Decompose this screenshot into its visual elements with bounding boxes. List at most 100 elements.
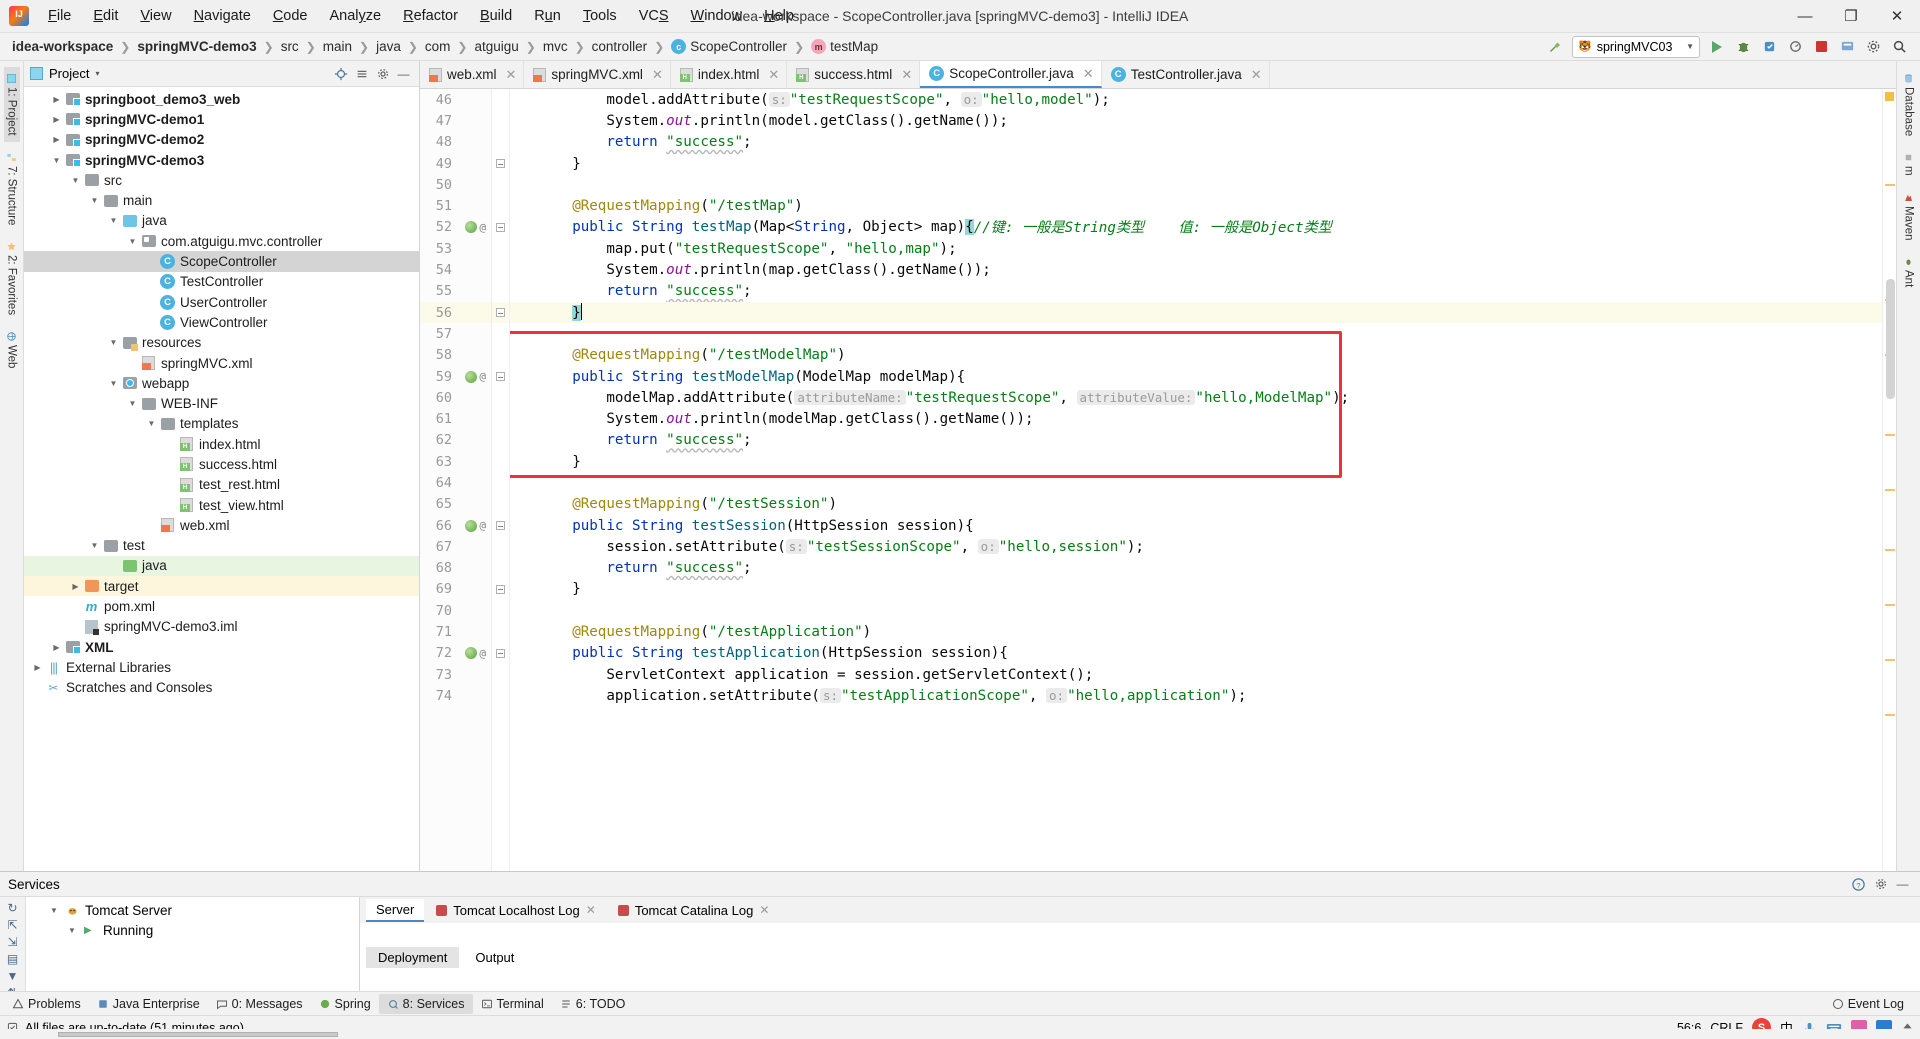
expand-arrow-icon[interactable]: ▼ xyxy=(125,237,140,246)
tree-item-springmvc-demo2[interactable]: ▶ springMVC-demo2 xyxy=(24,130,419,150)
services-subtab-deployment[interactable]: Deployment xyxy=(366,946,460,968)
line-number-54[interactable]: 54 xyxy=(420,259,491,280)
annotation-marker-icon[interactable]: @ xyxy=(479,221,486,234)
line-number-65[interactable]: 65 xyxy=(420,494,491,515)
code-line-48[interactable]: return "success"; xyxy=(510,132,1882,153)
code-line-57[interactable] xyxy=(510,323,1882,344)
expand-arrow-icon[interactable]: ▼ xyxy=(106,216,121,225)
tool-window-button-spring[interactable]: Spring xyxy=(311,994,379,1014)
line-number-62[interactable]: 62 xyxy=(420,430,491,451)
debug-button[interactable] xyxy=(1731,36,1755,58)
line-number-46[interactable]: 46 xyxy=(420,89,491,110)
line-number-58[interactable]: 58 xyxy=(420,345,491,366)
tree-item-src[interactable]: ▼ src xyxy=(24,170,419,190)
stop-button[interactable] xyxy=(1809,36,1833,58)
editor-tab-scopecontroller-java[interactable]: C ScopeController.java ✕ xyxy=(920,61,1102,88)
marker-tick[interactable] xyxy=(1885,659,1895,661)
tree-item-resources[interactable]: ▼ resources xyxy=(24,333,419,353)
fold-marker-icon[interactable] xyxy=(496,159,505,169)
close-tab-icon[interactable]: ✕ xyxy=(901,67,912,83)
code-line-55[interactable]: return "success"; xyxy=(510,281,1882,302)
services-tree-item-tomcat-server[interactable]: ▼ Tomcat Server xyxy=(26,900,359,920)
code-line-51[interactable]: @RequestMapping("/testMap") xyxy=(510,195,1882,216)
gear-icon[interactable] xyxy=(1871,875,1890,894)
coverage-button[interactable] xyxy=(1757,36,1781,58)
tree-item-templates[interactable]: ▼ templates xyxy=(24,414,419,434)
tool-m[interactable]: m xyxy=(1901,146,1917,182)
line-number-66[interactable]: 66 @ xyxy=(420,515,491,536)
breadcrumb-item-scopecontroller[interactable]: c ScopeController xyxy=(669,38,789,55)
tree-item-pom-xml[interactable]: m pom.xml xyxy=(24,596,419,616)
expand-arrow-icon[interactable]: ▼ xyxy=(87,541,102,550)
menu-code[interactable]: Code xyxy=(262,4,319,28)
code-line-61[interactable]: System. out. println(modelMap. getClass(). g… xyxy=(510,408,1882,429)
code-line-65[interactable]: @RequestMapping("/testSession") xyxy=(510,494,1882,515)
line-number-50[interactable]: 50 xyxy=(420,174,491,195)
menu-vcs[interactable]: VCS xyxy=(628,4,680,28)
marker-scrollbar[interactable] xyxy=(1882,89,1896,871)
close-tab-icon[interactable]: ✕ xyxy=(1251,67,1262,83)
expand-arrow-icon[interactable]: ▼ xyxy=(144,419,159,428)
tool-window-button-problems[interactable]: Problems xyxy=(4,994,89,1014)
code-line-69[interactable]: } xyxy=(510,579,1882,600)
expand-arrow-icon[interactable]: ▼ xyxy=(106,379,121,388)
tree-item-web-inf[interactable]: ▼ WEB-INF xyxy=(24,393,419,413)
tree-item-scratches-and-consoles[interactable]: ✂ Scratches and Consoles xyxy=(24,678,419,698)
breadcrumb-item-atguigu[interactable]: atguigu xyxy=(472,38,520,55)
menu-file[interactable]: File xyxy=(37,4,82,28)
menu-navigate[interactable]: Navigate xyxy=(183,4,262,28)
tree-item-springmvc-xml[interactable]: springMVC.xml xyxy=(24,353,419,373)
hide-icon[interactable]: — xyxy=(1893,875,1912,894)
filter-icon[interactable]: ▼ xyxy=(3,969,23,983)
line-number-59[interactable]: 59 @ xyxy=(420,366,491,387)
annotation-marker-icon[interactable]: @ xyxy=(479,647,486,660)
line-number-60[interactable]: 60 xyxy=(420,387,491,408)
spring-bean-icon[interactable] xyxy=(465,519,478,532)
locate-icon[interactable] xyxy=(331,64,350,83)
fold-gutter[interactable] xyxy=(492,89,510,871)
expand-arrow-icon[interactable]: ▼ xyxy=(49,156,64,165)
spring-bean-icon[interactable] xyxy=(465,370,478,383)
tree-item-com-atguigu-mvc-controller[interactable]: ▼ com.atguigu.mvc.controller xyxy=(24,231,419,251)
code-line-54[interactable]: System. out. println(map. getClass(). getNam… xyxy=(510,259,1882,280)
gear-icon[interactable] xyxy=(373,64,392,83)
event-log-button[interactable]: Event Log xyxy=(1824,994,1912,1014)
line-number-53[interactable]: 53 xyxy=(420,238,491,259)
tool-window-button-0-messages[interactable]: 0: Messages xyxy=(208,994,311,1014)
tree-item-test-rest-html[interactable]: test_rest.html xyxy=(24,475,419,495)
menu-window[interactable]: Window xyxy=(680,4,754,28)
fold-region-49[interactable] xyxy=(492,153,509,174)
annotation-marker-icon[interactable]: @ xyxy=(479,519,486,532)
tree-item-usercontroller[interactable]: C UserController xyxy=(24,292,419,312)
breadcrumb-item-controller[interactable]: controller xyxy=(590,38,650,55)
editor-tab-web-xml[interactable]: web.xml ✕ xyxy=(420,61,525,88)
line-number-63[interactable]: 63 xyxy=(420,451,491,472)
tree-item-springmvc-demo3-iml[interactable]: springMVC-demo3.iml xyxy=(24,617,419,637)
hide-icon[interactable]: — xyxy=(394,64,413,83)
fold-region-56[interactable] xyxy=(492,301,509,324)
tree-item-webapp[interactable]: ▼ webapp xyxy=(24,373,419,393)
line-number-70[interactable]: 70 xyxy=(420,600,491,621)
menu-refactor[interactable]: Refactor xyxy=(392,4,469,28)
search-button[interactable] xyxy=(1887,36,1911,58)
group-icon[interactable]: ▤ xyxy=(3,952,23,966)
project-tree[interactable]: ▶ springboot_demo3_web ▶ springMVC-demo1 ▶ sp… xyxy=(24,87,419,871)
breadcrumb-item-com[interactable]: com xyxy=(423,38,453,55)
marker-tick[interactable] xyxy=(1885,549,1895,551)
editor-tab-index-html[interactable]: index.html ✕ xyxy=(670,61,788,88)
close-tab-icon[interactable]: ✕ xyxy=(586,903,596,917)
menu-edit[interactable]: Edit xyxy=(82,4,129,28)
fold-marker-icon[interactable] xyxy=(496,372,505,381)
breadcrumb-item-testmap[interactable]: m testMap xyxy=(809,38,880,55)
editor-scrollbar-thumb[interactable] xyxy=(1886,279,1895,399)
close-button[interactable]: ✕ xyxy=(1874,0,1920,32)
code-line-67[interactable]: session. setAttribute( s: "testSessionSco… xyxy=(510,536,1882,557)
maximize-button[interactable]: ❐ xyxy=(1828,0,1874,32)
code-line-73[interactable]: ServletContext application = session. get… xyxy=(510,664,1882,685)
code-line-63[interactable]: } xyxy=(510,451,1882,472)
code-line-56[interactable]: } xyxy=(510,301,1882,324)
services-tab-tomcat-localhost-log[interactable]: Tomcat Localhost Log ✕ xyxy=(426,900,606,921)
marker-tick[interactable] xyxy=(1885,489,1895,491)
close-tab-icon[interactable]: ✕ xyxy=(768,67,779,83)
line-number-69[interactable]: 69 xyxy=(420,579,491,600)
